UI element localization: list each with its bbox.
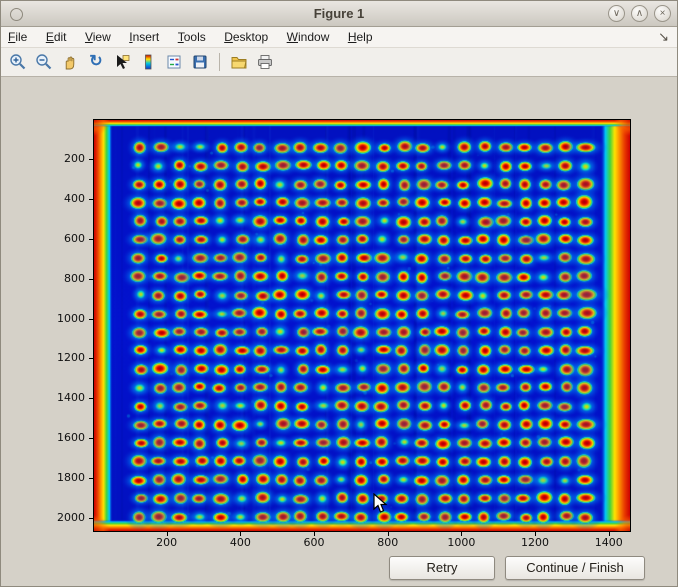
pan-hand-icon [61,53,79,71]
x-tick-label: 1000 [441,536,481,549]
toolbar: ↻ [1,48,677,77]
open-file-button[interactable] [227,50,251,74]
figure-window: Figure 1 ∨ ∧ × File Edit View Insert Too… [0,0,678,587]
window-controls: ∨ ∧ × [602,5,671,22]
y-tick-mark [89,239,93,240]
menu-help[interactable]: Help [341,27,380,46]
dock-figure-icon[interactable]: ↘ [658,29,669,45]
x-tick-label: 400 [220,536,260,549]
minimize-button[interactable]: ∨ [608,5,625,22]
print-figure-button[interactable] [253,50,277,74]
y-tick-mark [89,518,93,519]
y-tick-label: 1800 [43,471,85,484]
titlebar[interactable]: Figure 1 ∨ ∧ × [1,1,677,27]
data-cursor-button[interactable] [110,50,134,74]
toolbar-separator [219,53,220,71]
close-button[interactable]: × [654,5,671,22]
x-tick-mark [314,532,315,536]
y-tick-mark [89,279,93,280]
menu-view[interactable]: View [78,27,118,46]
y-tick-label: 200 [43,152,85,165]
menu-window[interactable]: Window [280,27,337,46]
menubar: File Edit View Insert Tools Desktop Wind… [1,27,677,48]
retry-button[interactable]: Retry [389,556,495,580]
zoom-in-icon [9,53,27,71]
x-tick-mark [167,532,168,536]
x-tick-label: 800 [368,536,408,549]
x-tick-mark [461,532,462,536]
maximize-button[interactable]: ∧ [631,5,648,22]
x-tick-mark [388,532,389,536]
zoom-out-button[interactable] [32,50,56,74]
x-tick-mark [240,532,241,536]
y-tick-label: 1400 [43,391,85,404]
x-tick-mark [535,532,536,536]
menu-desktop[interactable]: Desktop [217,27,275,46]
data-cursor-icon [113,53,131,71]
x-tick-label: 200 [147,536,187,549]
heatmap-image[interactable] [93,119,631,532]
pan-button[interactable] [58,50,82,74]
y-tick-mark [89,398,93,399]
insert-colorbar-button[interactable] [136,50,160,74]
menu-insert[interactable]: Insert [122,27,166,46]
y-tick-label: 1000 [43,312,85,325]
x-tick-label: 1400 [589,536,629,549]
y-tick-label: 400 [43,192,85,205]
y-tick-mark [89,159,93,160]
y-tick-mark [89,319,93,320]
save-figure-button[interactable] [188,50,212,74]
figure-canvas-area: 200 400 600 800 1000 1200 1400 1600 1800 2000 200 4… [1,77,678,587]
y-tick-label: 2000 [43,511,85,524]
y-tick-label: 1200 [43,351,85,364]
zoom-in-button[interactable] [6,50,30,74]
insert-legend-button[interactable] [162,50,186,74]
y-tick-label: 1600 [43,431,85,444]
y-tick-mark [89,478,93,479]
colorbar-icon [139,53,157,71]
printer-icon [256,53,274,71]
menu-tools[interactable]: Tools [171,27,213,46]
y-tick-mark [89,358,93,359]
open-folder-icon [230,53,248,71]
menu-file[interactable]: File [1,27,34,46]
x-tick-mark [609,532,610,536]
zoom-out-icon [35,53,53,71]
rotate-3d-icon: ↻ [89,53,102,71]
rotate-3d-button[interactable]: ↻ [84,50,108,74]
y-tick-mark [89,199,93,200]
y-tick-mark [89,438,93,439]
x-tick-label: 1200 [515,536,555,549]
save-icon [191,53,209,71]
y-tick-label: 800 [43,272,85,285]
continue-finish-button[interactable]: Continue / Finish [505,556,645,580]
x-tick-label: 600 [294,536,334,549]
y-tick-label: 600 [43,232,85,245]
window-title: Figure 1 [1,6,677,21]
legend-icon [165,53,183,71]
menu-edit[interactable]: Edit [39,27,74,46]
